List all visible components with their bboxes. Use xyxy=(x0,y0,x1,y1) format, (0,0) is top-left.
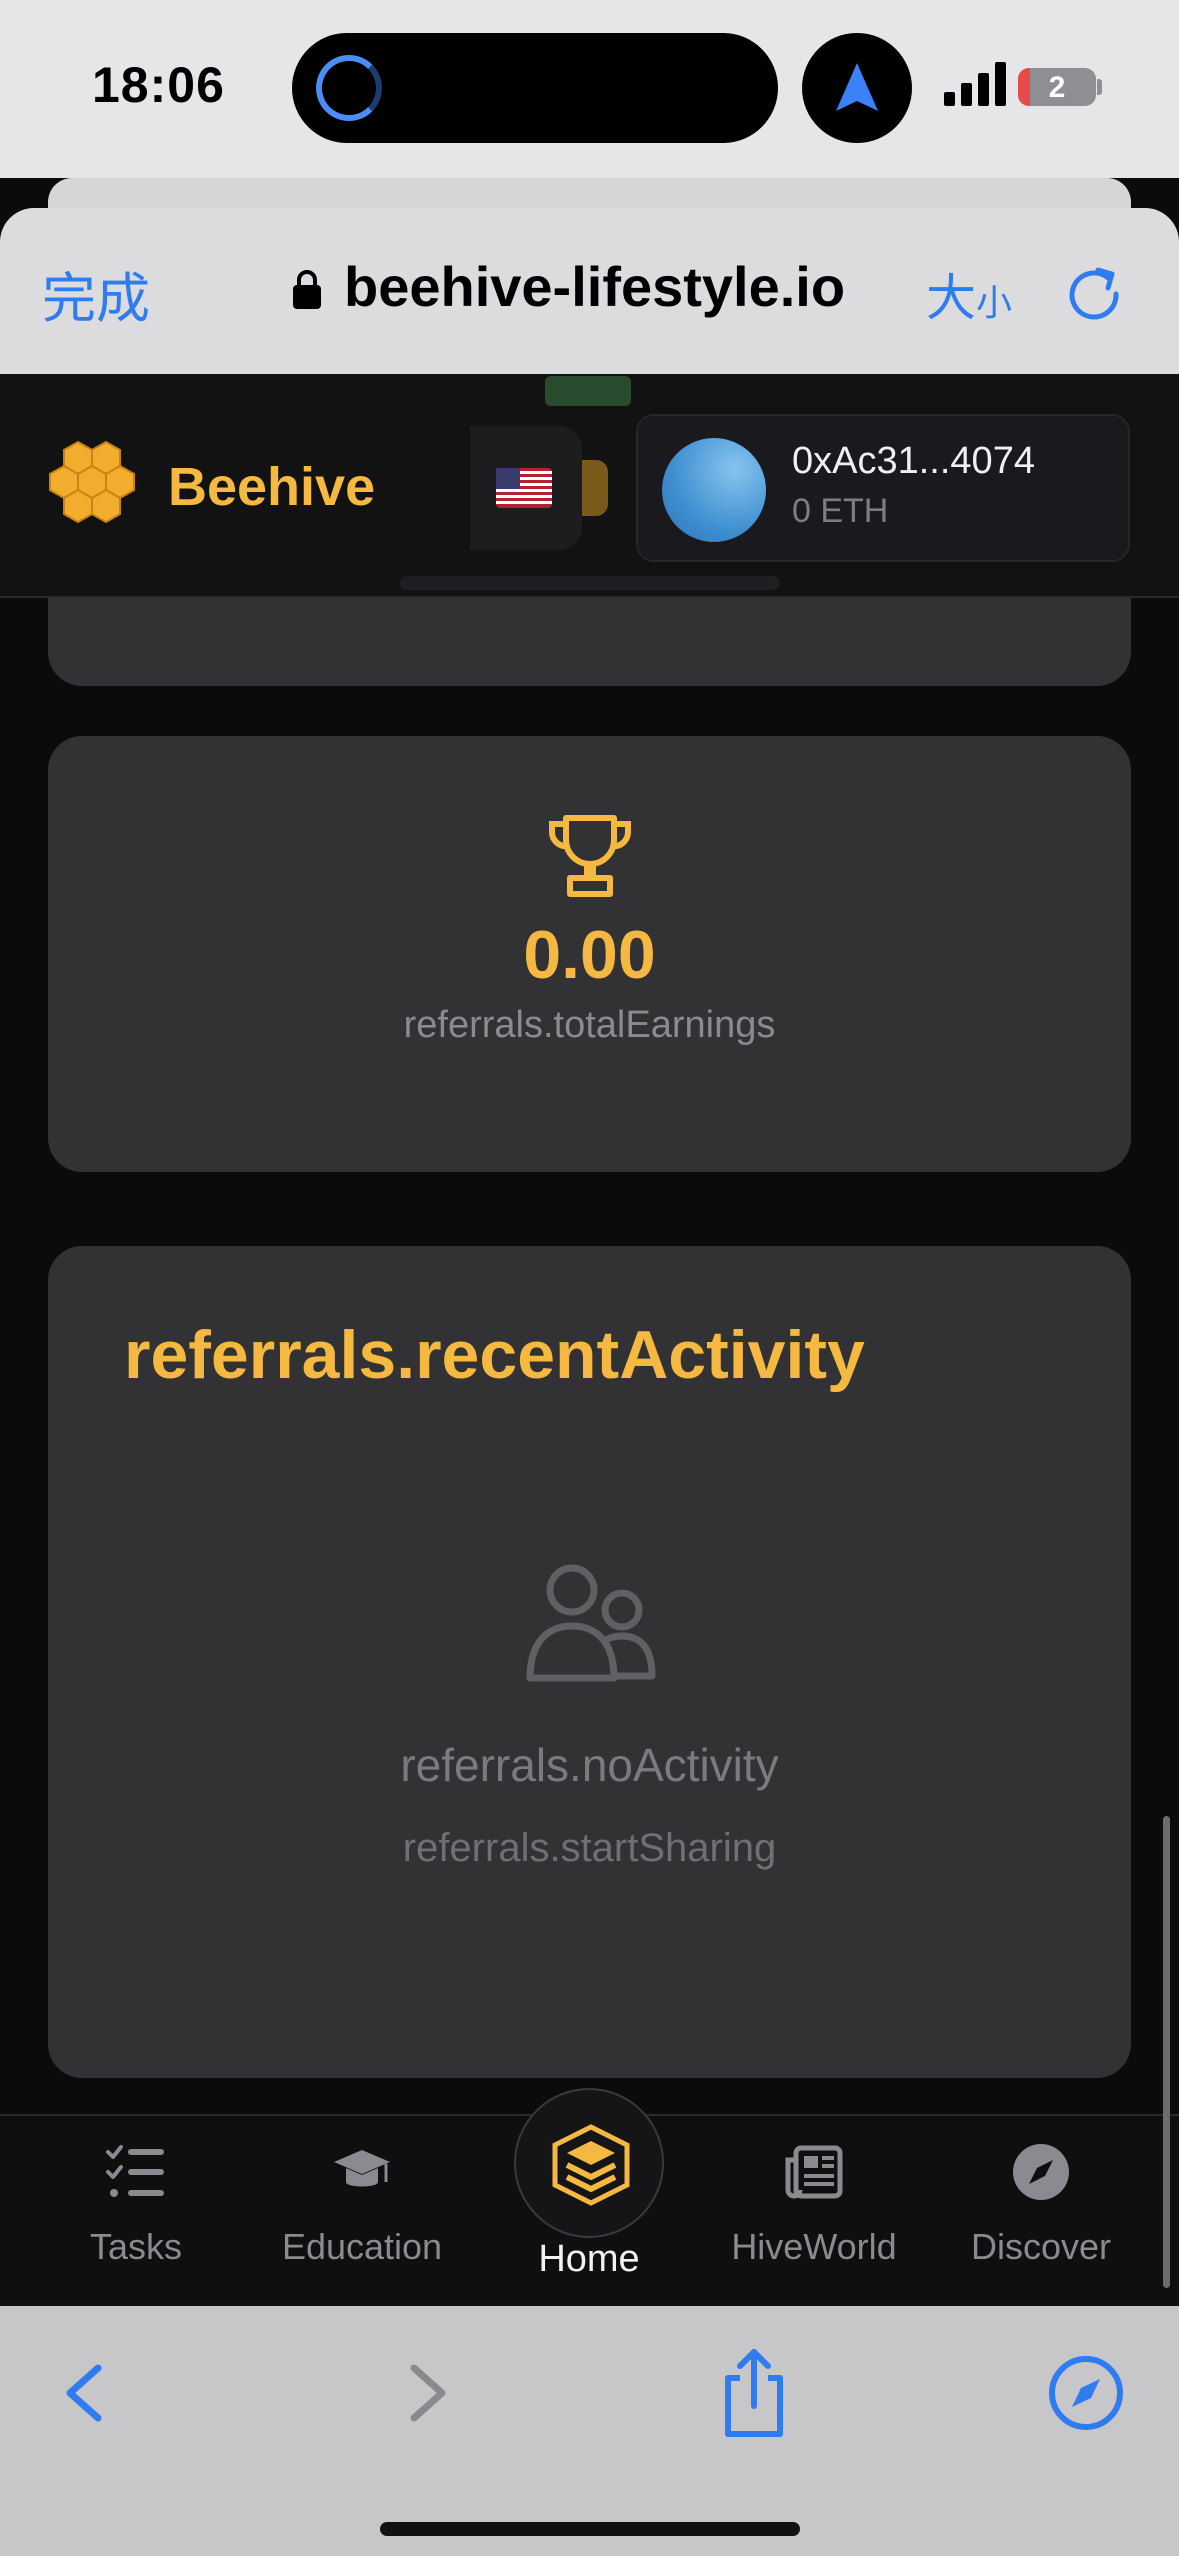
nav-hiveworld[interactable]: HiveWorld xyxy=(714,2116,914,2306)
total-earnings-card: 0.00 referrals.totalEarnings xyxy=(48,736,1131,1172)
web-page: 0.00 referrals.totalEarnings referrals.r… xyxy=(0,374,1179,2306)
battery-level: 2 xyxy=(1048,71,1066,104)
safari-toolbar xyxy=(0,2306,1179,2556)
beehive-logo-icon[interactable] xyxy=(44,436,148,540)
nav-tasks[interactable]: Tasks xyxy=(36,2116,236,2306)
dynamic-island xyxy=(292,33,778,143)
brand-name[interactable]: Beehive xyxy=(168,456,375,518)
recent-activity-title: referrals.recentActivity xyxy=(124,1317,865,1393)
nav-tasks-label: Tasks xyxy=(89,2226,183,2267)
wallet-balance: 0 ETH xyxy=(792,492,889,530)
nav-discover-label: Discover xyxy=(970,2226,1112,2267)
share-icon[interactable] xyxy=(714,2348,794,2438)
text-size-button[interactable]: 大小 xyxy=(926,258,1012,330)
users-icon xyxy=(526,1564,656,1682)
wallet-button[interactable]: 0xAc31...4074 0 ETH xyxy=(636,414,1130,562)
compass-icon[interactable] xyxy=(1046,2348,1126,2438)
nav-education-label: Education xyxy=(281,2226,443,2267)
page-scrollbar[interactable] xyxy=(1163,1816,1170,2288)
checklist-icon xyxy=(106,2145,164,2197)
nav-discover[interactable]: Discover xyxy=(941,2116,1141,2306)
start-sharing-text: referrals.startSharing xyxy=(402,1826,777,1870)
wallet-avatar xyxy=(662,438,766,542)
us-flag-icon xyxy=(496,468,552,508)
nav-hiveworld-label: HiveWorld xyxy=(731,2226,897,2267)
forward-icon[interactable] xyxy=(386,2348,466,2438)
navigation-indicator xyxy=(802,33,912,143)
cellular-signal-icon xyxy=(944,62,1006,106)
home-indicator[interactable] xyxy=(380,2522,800,2536)
activity-ring-icon xyxy=(316,55,382,121)
app-header: Beehive 0xAc31...4074 0 ETH xyxy=(0,374,1179,598)
browser-address-bar: 完成 beehive-lifestyle.io 大小 xyxy=(0,208,1179,374)
nav-education[interactable]: Education xyxy=(262,2116,462,2306)
url-text[interactable]: beehive-lifestyle.io xyxy=(344,254,845,319)
newspaper-icon xyxy=(785,2145,843,2199)
hive-layers-icon xyxy=(552,2124,630,2206)
lock-icon xyxy=(293,270,321,309)
nav-home-label: Home xyxy=(538,2238,640,2280)
back-icon[interactable] xyxy=(46,2348,126,2438)
status-bar: 18:06 2 xyxy=(0,0,1179,178)
graduation-cap-icon xyxy=(334,2150,390,2187)
navigation-arrow-icon xyxy=(836,63,878,111)
trophy-icon xyxy=(548,815,632,897)
total-earnings-value: 0.00 xyxy=(523,917,656,993)
recent-activity-card: referrals.recentActivity referrals.noAct… xyxy=(48,1246,1131,2078)
app-bottom-nav: Tasks Education Home HiveWorld Discover xyxy=(0,2088,1179,2306)
no-activity-text: referrals.noActivity xyxy=(400,1739,779,1791)
done-button[interactable]: 完成 xyxy=(42,254,150,333)
total-earnings-label: referrals.totalEarnings xyxy=(403,1004,776,1046)
battery-icon: 2 xyxy=(1018,68,1096,106)
compass-icon xyxy=(1013,2144,1069,2200)
nav-home[interactable] xyxy=(514,2088,664,2238)
reload-icon[interactable] xyxy=(1064,262,1124,322)
wallet-address: 0xAc31...4074 xyxy=(792,440,1035,482)
status-time: 18:06 xyxy=(92,57,225,113)
